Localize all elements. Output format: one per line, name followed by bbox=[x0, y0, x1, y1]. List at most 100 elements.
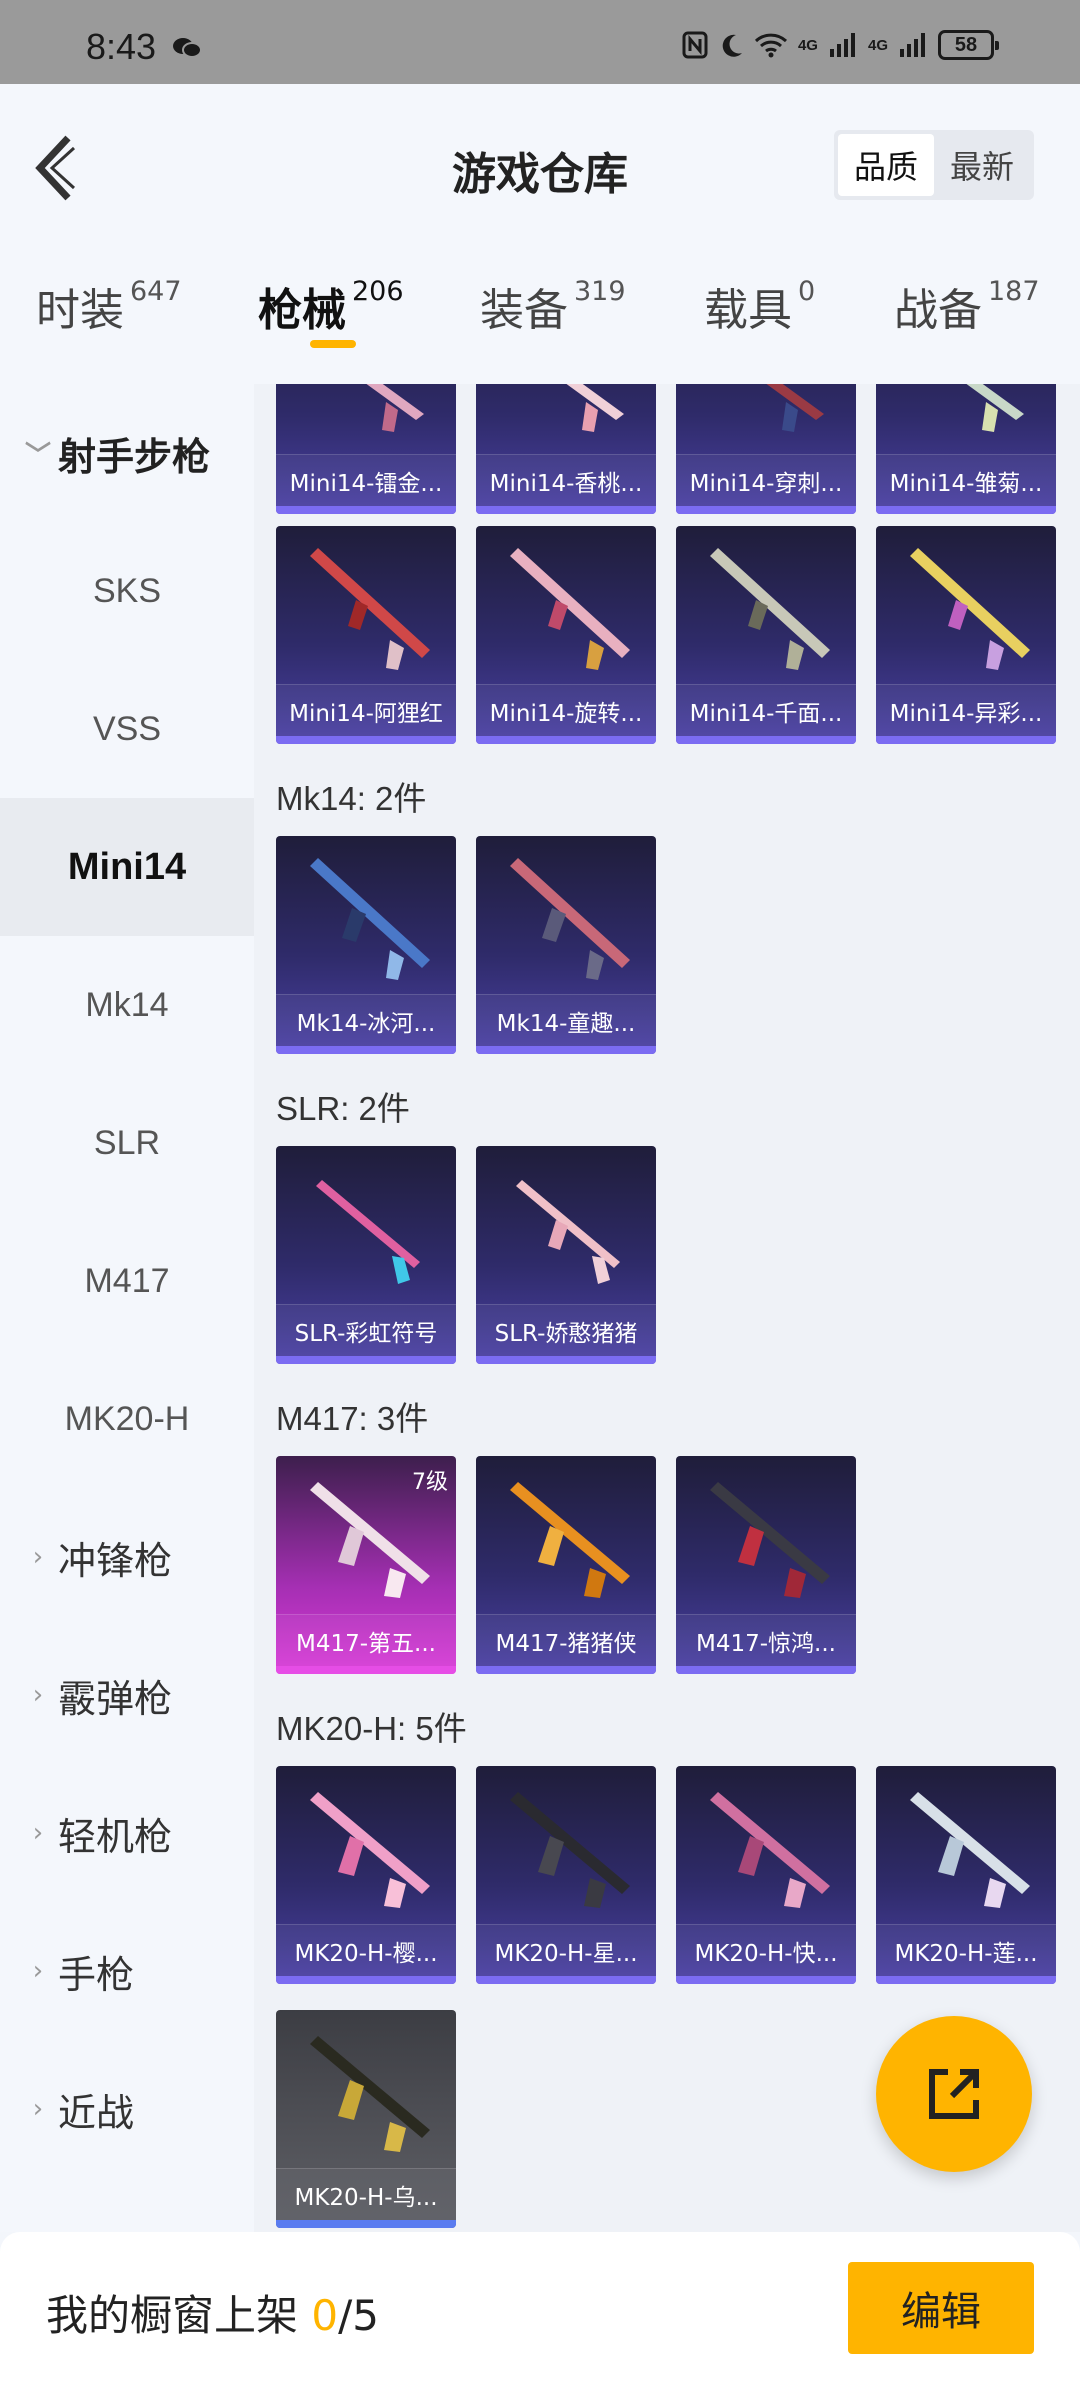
chevron-right-icon: › bbox=[32, 1818, 44, 1848]
quality-bar bbox=[676, 506, 856, 514]
item-name: Mini14-镭金... bbox=[276, 454, 456, 506]
quality-bar bbox=[476, 1356, 656, 1364]
showcase-current: 0 bbox=[311, 2291, 339, 2340]
sidebar-item-mini14[interactable]: Mini14 bbox=[0, 798, 254, 936]
showcase-total: /5 bbox=[338, 2291, 379, 2340]
chevron-right-icon: › bbox=[32, 1680, 44, 1710]
quality-bar bbox=[276, 2220, 456, 2228]
edit-button[interactable]: 编辑 bbox=[848, 2262, 1034, 2354]
section-label-mk14: Mk14: 2件 bbox=[276, 780, 427, 817]
item-name: Mini14-雏菊... bbox=[876, 454, 1056, 506]
sidebar-category-lmg[interactable]: › 轻机枪 bbox=[0, 1764, 254, 1902]
quality-bar bbox=[876, 506, 1056, 514]
sort-quality-button[interactable]: 品质 bbox=[838, 134, 934, 196]
item-name: MK20-H-樱... bbox=[276, 1924, 456, 1976]
item-card[interactable]: Mini14-镭金... bbox=[276, 384, 456, 514]
sidebar-category-label: 轻机枪 bbox=[58, 1814, 173, 1859]
item-card[interactable]: MK20-H-快... bbox=[676, 1766, 856, 1984]
item-name: SLR-娇憨猪猪 bbox=[476, 1304, 656, 1356]
rifle-icon bbox=[566, 384, 624, 432]
item-card[interactable]: M417-惊鸿... bbox=[676, 1456, 856, 1674]
system-icons: 4G 4G 58 bbox=[682, 30, 999, 60]
quality-bar bbox=[676, 1666, 856, 1674]
quality-bar bbox=[876, 1976, 1056, 1984]
item-card[interactable]: Mk14-童趣... bbox=[476, 836, 656, 1054]
item-card[interactable]: MK20-H-莲... bbox=[876, 1766, 1056, 1984]
active-tab-indicator bbox=[310, 340, 356, 348]
tab-fashion[interactable]: 时装 647 bbox=[36, 274, 182, 338]
showcase-status: 我的橱窗上架 0/5 bbox=[46, 2282, 379, 2343]
item-card[interactable]: Mini14-旋转... bbox=[476, 526, 656, 744]
item-card[interactable]: Mini14-穿刺... bbox=[676, 384, 856, 514]
quality-bar bbox=[476, 506, 656, 514]
sidebar-item-slr[interactable]: SLR bbox=[0, 1074, 254, 1212]
item-card[interactable]: Mini14-阿狸红 bbox=[276, 526, 456, 744]
tab-supplies[interactable]: 战备 187 bbox=[894, 274, 1040, 338]
nfc-icon bbox=[682, 31, 708, 59]
sidebar-item-m417[interactable]: M417 bbox=[0, 1212, 254, 1350]
sidebar-category-pistol[interactable]: › 手枪 bbox=[0, 1902, 254, 2040]
tab-count: 319 bbox=[574, 276, 626, 307]
battery-icon: 58 bbox=[938, 30, 999, 60]
sidebar-category-label: 射手步枪 bbox=[58, 434, 211, 479]
network-label-2: 4G bbox=[867, 36, 888, 54]
rifle-icon bbox=[710, 548, 830, 670]
quality-bar bbox=[276, 1976, 456, 1984]
status-bar: 8:43 4G 4G 58 bbox=[0, 0, 1080, 84]
tab-vehicles[interactable]: 载具 0 bbox=[704, 274, 815, 338]
tab-guns[interactable]: 枪械 206 bbox=[258, 274, 404, 348]
quality-bar bbox=[476, 1046, 656, 1054]
rifle-icon bbox=[316, 1180, 420, 1284]
chevron-right-icon: › bbox=[32, 2094, 44, 2124]
item-card[interactable]: Mini14-雏菊... bbox=[876, 384, 1056, 514]
rifle-icon bbox=[510, 548, 630, 670]
item-name: M417-惊鸿... bbox=[676, 1614, 856, 1666]
rifle-icon bbox=[366, 384, 424, 432]
share-button[interactable] bbox=[876, 2016, 1032, 2172]
item-card[interactable]: MK20-H-樱... bbox=[276, 1766, 456, 1984]
quality-bar bbox=[276, 1666, 456, 1674]
sidebar-category-melee[interactable]: › 近战 bbox=[0, 2040, 254, 2178]
item-card[interactable]: Mini14-异彩... bbox=[876, 526, 1056, 744]
item-grid: Mini14-镭金... Mini14-香桃... Mini14-穿刺... M… bbox=[254, 384, 1080, 2232]
quality-bar bbox=[676, 1976, 856, 1984]
item-name: Mini14-千面... bbox=[676, 684, 856, 736]
rifle-icon bbox=[766, 384, 824, 432]
sidebar-category-shotgun[interactable]: › 霰弹枪 bbox=[0, 1626, 254, 1764]
sidebar-item-mk20h[interactable]: MK20-H bbox=[0, 1350, 254, 1488]
tab-equipment[interactable]: 装备 319 bbox=[480, 274, 626, 338]
network-label-1: 4G bbox=[797, 36, 818, 54]
sidebar-category-label: 冲锋枪 bbox=[58, 1538, 173, 1583]
section-label-m417: M417: 3件 bbox=[276, 1400, 429, 1437]
sidebar-category-smg[interactable]: › 冲锋枪 bbox=[0, 1488, 254, 1626]
quality-bar bbox=[276, 736, 456, 744]
item-card[interactable]: Mini14-千面... bbox=[676, 526, 856, 744]
item-card[interactable]: 7级 M417-第五... bbox=[276, 1456, 456, 1674]
sidebar-category-label: 近战 bbox=[58, 2090, 135, 2135]
wechat-icon bbox=[173, 38, 202, 58]
tab-count: 0 bbox=[798, 276, 816, 307]
signal-icon-2 bbox=[900, 33, 925, 57]
item-card[interactable]: Mini14-香桃... bbox=[476, 384, 656, 514]
rifle-icon bbox=[510, 1792, 630, 1908]
sidebar-item-sks[interactable]: SKS bbox=[0, 522, 254, 660]
sidebar-item-mk14[interactable]: Mk14 bbox=[0, 936, 254, 1074]
sidebar-item-vss[interactable]: VSS bbox=[0, 660, 254, 798]
item-card[interactable]: M417-猪猪侠 bbox=[476, 1456, 656, 1674]
quality-bar bbox=[476, 1976, 656, 1984]
item-card[interactable]: SLR-娇憨猪猪 bbox=[476, 1146, 656, 1364]
sort-newest-button[interactable]: 最新 bbox=[934, 134, 1030, 196]
item-name: Mini14-穿刺... bbox=[676, 454, 856, 506]
item-card[interactable]: MK20-H-乌... bbox=[276, 2010, 456, 2228]
tab-count: 187 bbox=[988, 276, 1040, 307]
item-card[interactable]: MK20-H-星... bbox=[476, 1766, 656, 1984]
tab-label: 战备 bbox=[894, 285, 982, 336]
clock: 8:43 bbox=[86, 26, 157, 67]
item-card[interactable]: SLR-彩虹符号 bbox=[276, 1146, 456, 1364]
item-card[interactable]: Mk14-冰河... bbox=[276, 836, 456, 1054]
quality-bar bbox=[276, 1356, 456, 1364]
rifle-icon bbox=[510, 1482, 630, 1598]
sidebar: ﹀ 射手步枪 SKS VSS Mini14 Mk14 SLR M417 MK20… bbox=[0, 384, 254, 2232]
sidebar-category-marksman-rifles[interactable]: ﹀ 射手步枪 bbox=[0, 384, 254, 522]
sidebar-category-label: 手枪 bbox=[58, 1952, 135, 1997]
